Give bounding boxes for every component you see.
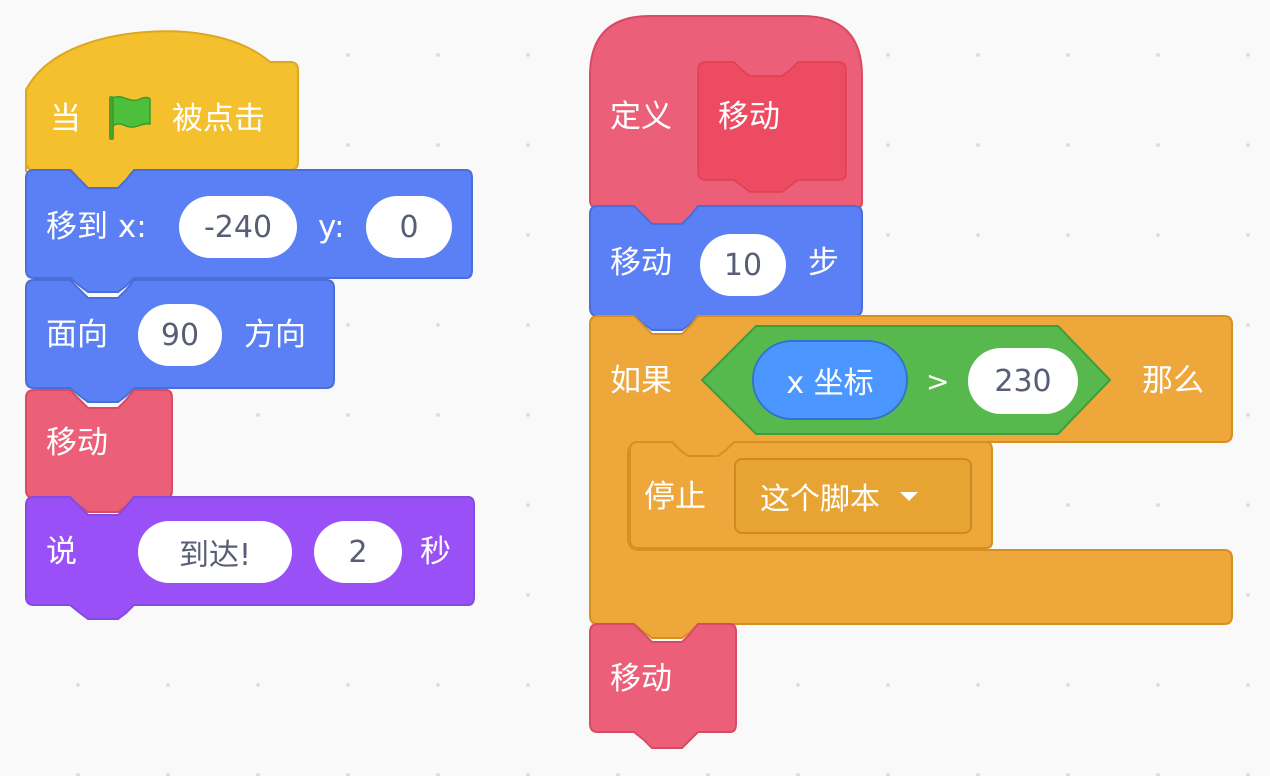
- say-secs-suffix-label: 秒: [420, 534, 451, 570]
- stop-block[interactable]: 停止 这个脚本: [628, 441, 994, 554]
- stop-option-dropdown[interactable]: 这个脚本: [734, 458, 972, 534]
- compare-value-input[interactable]: 230: [968, 348, 1078, 414]
- direction-value-input[interactable]: 90: [138, 304, 222, 366]
- call-move-2-label: 移动: [610, 661, 672, 697]
- green-flag-icon[interactable]: [104, 92, 154, 142]
- say-secs-input[interactable]: 2: [314, 521, 402, 583]
- move-steps-label: 移动: [610, 245, 672, 281]
- goto-xy-label: 移到 x:: [46, 209, 147, 245]
- x-position-reporter[interactable]: x 坐标: [752, 340, 908, 420]
- code-area: 当 被点击 移到 x: -240 y: 0 面向 90 方向 移动 说 到达! …: [0, 0, 1270, 776]
- x-value-input[interactable]: -240: [179, 196, 297, 258]
- point-direction-block[interactable]: 面向 90 方向: [25, 279, 336, 403]
- say-label: 说: [46, 534, 77, 570]
- call-move-block-2[interactable]: 移动: [589, 623, 740, 754]
- dropdown-arrow-icon: [900, 491, 918, 501]
- greater-than-operator: >: [926, 365, 950, 398]
- say-for-secs-block[interactable]: 说 到达! 2 秒: [25, 496, 476, 627]
- define-prototype-block[interactable]: 移动: [697, 61, 847, 193]
- condition-greater-than[interactable]: x 坐标 > 230: [700, 324, 1112, 436]
- define-block[interactable]: 定义 移动: [589, 15, 865, 225]
- direction-suffix-label: 方向: [244, 317, 306, 353]
- define-proc-name: 移动: [718, 99, 780, 135]
- y-label: y:: [318, 209, 345, 245]
- call-move-label: 移动: [46, 425, 108, 461]
- then-label: 那么: [1142, 363, 1204, 399]
- stop-option-label: 这个脚本: [760, 482, 880, 517]
- y-value-input[interactable]: 0: [366, 196, 452, 258]
- if-then-block[interactable]: 如果 x 坐标 > 230 那么 停止 这个脚本: [589, 315, 1235, 639]
- steps-suffix-label: 步: [808, 245, 839, 281]
- if-label: 如果: [610, 363, 672, 399]
- stop-label: 停止: [644, 479, 706, 515]
- hat-prefix-label: 当: [50, 101, 81, 137]
- goto-xy-block[interactable]: 移到 x: -240 y: 0: [25, 169, 474, 293]
- steps-value-input[interactable]: 10: [700, 234, 786, 296]
- point-direction-label: 面向: [46, 317, 108, 353]
- hat-suffix-label: 被点击: [172, 101, 265, 137]
- say-message-input[interactable]: 到达!: [138, 521, 292, 583]
- call-move-block[interactable]: 移动: [25, 389, 176, 513]
- define-label: 定义: [610, 99, 672, 135]
- move-steps-block[interactable]: 移动 10 步: [589, 205, 865, 331]
